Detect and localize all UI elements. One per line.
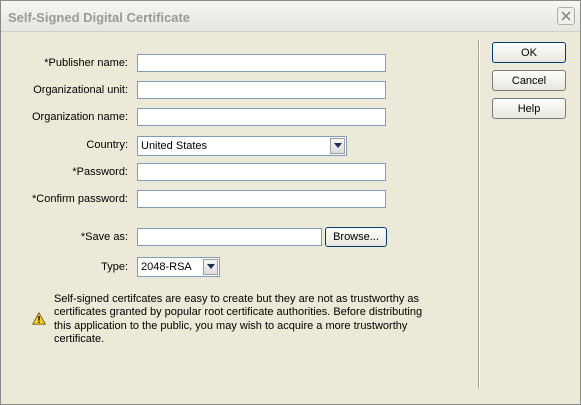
organization-name-label: Organization name: bbox=[32, 111, 128, 123]
help-button-label: Help bbox=[517, 103, 541, 115]
browse-button-label: Browse... bbox=[333, 231, 379, 243]
country-select-value: United States bbox=[141, 140, 208, 152]
save-as-label: *Save as: bbox=[80, 231, 128, 243]
close-icon bbox=[561, 11, 571, 21]
type-select-value: 2048-RSA bbox=[141, 261, 192, 273]
publisher-name-label: *Publisher name: bbox=[44, 57, 128, 69]
confirm-password-input[interactable] bbox=[137, 190, 386, 208]
password-label: *Password: bbox=[72, 166, 128, 178]
confirm-password-label: *Confirm password: bbox=[32, 193, 128, 205]
cancel-button[interactable]: Cancel bbox=[492, 70, 566, 91]
cancel-button-label: Cancel bbox=[511, 75, 547, 87]
warning-message: Self-signed certifcates are easy to crea… bbox=[54, 293, 423, 345]
type-label: Type: bbox=[101, 261, 128, 273]
organization-name-input[interactable] bbox=[137, 108, 386, 126]
browse-button[interactable]: Browse... bbox=[325, 227, 387, 247]
publisher-name-input[interactable] bbox=[137, 54, 386, 72]
chevron-down-icon bbox=[334, 143, 342, 148]
country-dropdown-button[interactable] bbox=[330, 138, 345, 154]
country-select[interactable]: United States bbox=[137, 136, 347, 156]
type-dropdown-button[interactable] bbox=[203, 259, 218, 275]
organizational-unit-label: Organizational unit: bbox=[33, 84, 128, 96]
warning-icon bbox=[32, 312, 46, 325]
chevron-down-icon bbox=[207, 264, 215, 269]
window-title: Self-Signed Digital Certificate bbox=[8, 10, 191, 25]
help-button[interactable]: Help bbox=[492, 98, 566, 119]
organizational-unit-input[interactable] bbox=[137, 81, 386, 99]
close-button[interactable] bbox=[557, 7, 575, 25]
country-label: Country: bbox=[86, 139, 128, 151]
type-select[interactable]: 2048-RSA bbox=[137, 257, 220, 277]
ok-button[interactable]: OK bbox=[492, 42, 566, 63]
ok-button-label: OK bbox=[521, 47, 537, 59]
save-as-input[interactable] bbox=[137, 228, 322, 246]
password-input[interactable] bbox=[137, 163, 386, 181]
vertical-divider bbox=[478, 40, 480, 389]
title-bar: Self-Signed Digital Certificate bbox=[1, 1, 580, 32]
dialog-window: Self-Signed Digital Certificate *Publish… bbox=[0, 0, 581, 405]
